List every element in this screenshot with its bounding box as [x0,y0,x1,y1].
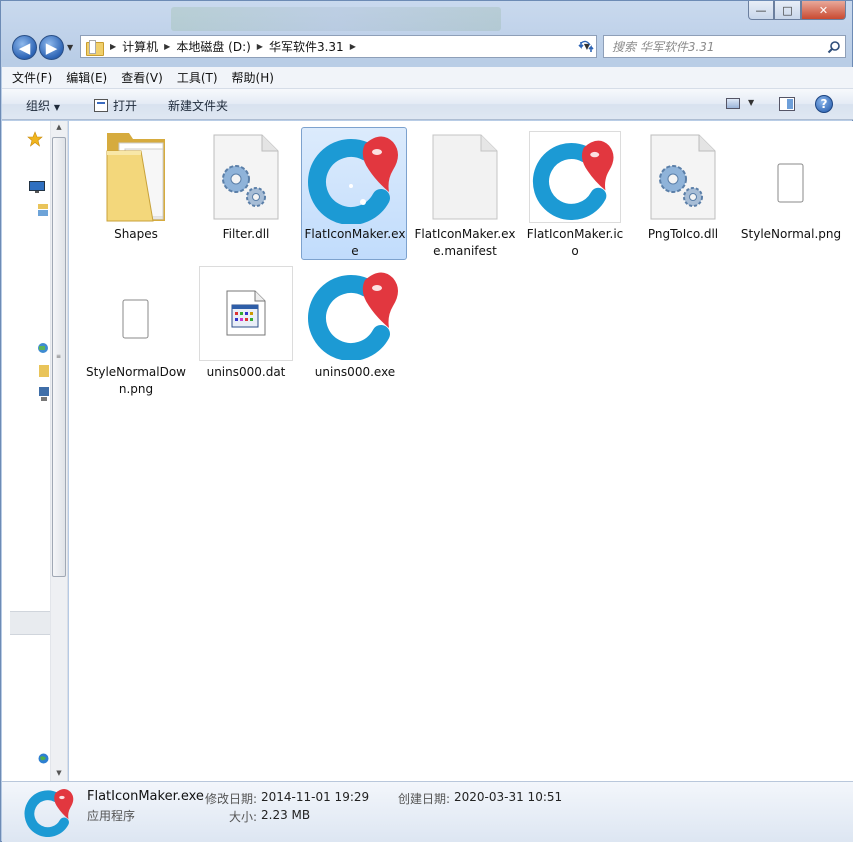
scroll-down-arrow-icon[interactable]: ▼ [51,769,67,779]
command-bar: 组织 ▼ 打开 新建文件夹 ▼ ? [2,89,853,120]
app-logo-icon [24,785,76,837]
nav-pane-divider [10,611,50,635]
back-button[interactable]: ◀ [12,35,37,60]
search-input[interactable]: 搜索 华军软件3.31 [604,38,823,55]
created-date-value: 2020-03-31 10:51 [454,790,563,804]
file-list: Shapes Filter.dll FlatIconMaker.exe Flat… [69,121,853,781]
computer-icon[interactable] [39,387,49,404]
app-logo-icon [527,130,623,224]
scrollbar-thumb[interactable]: ≡ [52,137,66,577]
grip-icon: ≡ [56,353,62,360]
navigation-pane: ▲ ≡ ▼ [2,121,68,781]
file-item-flaticonmaker-ico[interactable]: FlatIconMaker.ico [521,127,627,260]
file-name: FlatIconMaker.ico [526,227,624,258]
navigation-bar: ◀ ▶ ▼ ▶ 计算机 ▶ 本地磁盘 (D:) ▶ 华军软件3.31 ▶ ▼ 搜… [9,32,846,62]
file-name: FlatIconMaker.exe.manifest [414,227,516,258]
organize-label: 组织 [26,99,51,113]
file-item-unins000-exe[interactable]: unins000.exe [301,265,407,398]
app-logo-icon [307,130,403,224]
file-item-unins000-dat[interactable]: unins000.dat [192,265,298,398]
explorer-window: — □ ✕ ◀ ▶ ▼ ▶ 计算机 ▶ 本地磁盘 (D:) ▶ 华军软件3.31… [0,0,853,842]
file-name: StyleNormalDown.png [86,365,186,396]
details-pane: FlatIconMaker.exe 应用程序 修改日期: 2014-11-01 … [2,781,853,842]
file-item-shapes[interactable]: Shapes [82,127,188,260]
menu-file[interactable]: 文件(F) [12,69,52,86]
change-view-icon[interactable] [726,98,740,109]
app-logo-icon [307,266,403,360]
dll-gear-icon [198,130,294,224]
breadcrumb-drive-d[interactable]: 本地磁盘 (D:) [176,38,250,55]
new-folder-button[interactable]: 新建文件夹 [168,97,228,114]
search-icon[interactable] [823,36,845,57]
file-item-stylenormaldown-png[interactable]: StyleNormalDown.png [82,265,188,398]
dat-window-icon [198,265,294,361]
scroll-up-arrow-icon[interactable]: ▲ [51,123,67,133]
file-item-pngtoico-dll[interactable]: PngToIco.dll [629,127,735,260]
chevron-down-icon[interactable]: ▼ [748,98,754,107]
close-button[interactable]: ✕ [801,1,846,20]
title-bar-blur [171,7,501,31]
refresh-button[interactable] [574,36,598,57]
menu-tools[interactable]: 工具(T) [177,69,218,86]
minimize-button[interactable]: — [748,1,774,20]
small-image-icon [88,266,184,360]
maximize-button[interactable]: □ [774,1,801,20]
network-icon[interactable] [37,341,49,358]
menu-help[interactable]: 帮助(H) [232,69,274,86]
folder-icon[interactable] [39,364,49,381]
file-item-filter-dll[interactable]: Filter.dll [192,127,298,260]
menu-edit[interactable]: 编辑(E) [66,69,107,86]
caption-buttons: — □ ✕ [748,1,846,20]
file-item-manifest[interactable]: FlatIconMaker.exe.manifest [411,127,517,260]
menu-view[interactable]: 查看(V) [121,69,163,86]
folder-icon [88,130,184,224]
file-name: unins000.dat [206,365,286,379]
modified-date-value: 2014-11-01 19:29 [261,790,370,804]
breadcrumb-arrow-icon[interactable]: ▶ [110,42,116,51]
breadcrumb-arrow-icon[interactable]: ▶ [164,42,170,51]
open-icon [94,99,108,112]
file-name: FlatIconMaker.exe [304,227,406,258]
help-icon[interactable]: ? [815,95,833,113]
file-name: PngToIco.dll [647,227,719,241]
file-name: StyleNormal.png [740,227,842,241]
file-name: Filter.dll [222,227,270,241]
detail-file-type: 应用程序 [87,809,136,823]
globe-icon[interactable] [38,753,49,767]
search-box[interactable]: 搜索 华军软件3.31 [603,35,846,58]
favorites-star-icon[interactable] [27,131,43,150]
file-name: Shapes [114,227,158,241]
recent-pages-dropdown-icon[interactable]: ▼ [67,43,76,52]
blank-document-icon [417,130,513,224]
dll-gear-icon [635,130,731,224]
file-item-flaticonmaker-exe[interactable]: FlatIconMaker.exe [301,127,407,260]
size-value: 2.23 MB [261,808,311,822]
breadcrumb-computer[interactable]: 计算机 [122,38,158,55]
modified-date-label: 修改日期: [205,792,258,806]
open-label: 打开 [113,99,138,113]
preview-pane-icon[interactable] [779,97,795,111]
breadcrumb-current-folder[interactable]: 华军软件3.31 [269,38,344,55]
file-item-stylenormal-png[interactable]: StyleNormal.png [737,127,843,260]
detail-file-name: FlatIconMaker.exe [87,789,204,804]
size-label: 大小: [229,810,258,824]
navigation-scrollbar[interactable]: ▲ ≡ ▼ [50,121,67,781]
address-bar[interactable]: ▶ 计算机 ▶ 本地磁盘 (D:) ▶ 华军软件3.31 ▶ ▼ [80,35,597,58]
libraries-icon[interactable] [38,204,48,219]
folder-icon [86,39,104,56]
chevron-down-icon: ▼ [53,103,60,112]
breadcrumb-arrow-icon[interactable]: ▶ [257,42,263,51]
open-button[interactable]: 打开 [94,97,137,114]
file-name: unins000.exe [314,365,396,379]
menu-bar: 文件(F) 编辑(E) 查看(V) 工具(T) 帮助(H) [2,67,853,89]
desktop-icon[interactable] [29,181,45,196]
forward-button[interactable]: ▶ [39,35,64,60]
organize-button[interactable]: 组织 ▼ [26,97,60,114]
created-date-label: 创建日期: [398,792,451,806]
small-image-icon [743,130,839,224]
refresh-icon [578,40,594,52]
breadcrumb-arrow-icon[interactable]: ▶ [350,42,356,51]
